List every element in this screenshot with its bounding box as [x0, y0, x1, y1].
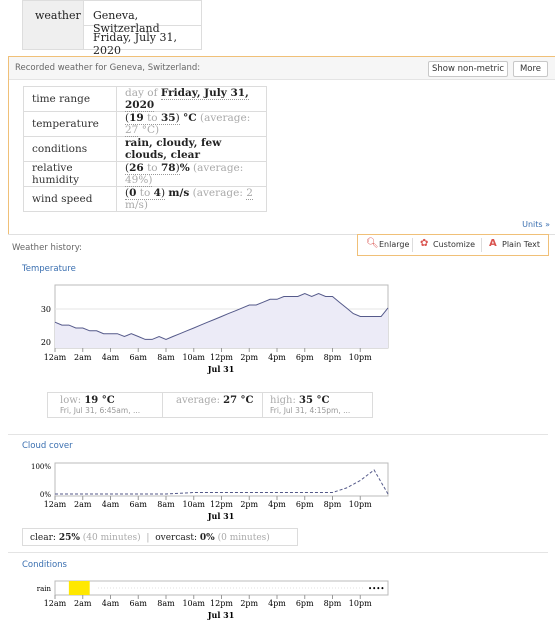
wind-speed-label: wind speed — [23, 186, 117, 212]
section-divider — [8, 434, 548, 435]
cloud-plot-area — [54, 462, 389, 497]
x-tick-label: 4pm — [268, 500, 286, 509]
panel-header: Recorded weather for Geneva, Switzerland… — [9, 57, 555, 80]
y-tick-0: 0% — [40, 491, 51, 499]
x-tick-label: 2am — [74, 599, 92, 608]
x-tick-label: 10pm — [349, 599, 372, 608]
x-tick-label: 2am — [74, 353, 92, 362]
x-tick-label: 10am — [182, 599, 205, 608]
x-tick-label: 2pm — [240, 353, 258, 362]
x-tick-label: 8pm — [324, 599, 342, 608]
x-date-label: Jul 31 — [207, 610, 235, 620]
x-tick-label: 8am — [157, 599, 175, 608]
x-tick-label: 4am — [102, 599, 120, 608]
plain-text-button[interactable]: Plain Text — [502, 240, 540, 249]
section-divider — [8, 552, 548, 553]
magnifier-icon: 🔍︎ — [366, 238, 379, 249]
enlarge-button[interactable]: Enlarge — [379, 240, 409, 249]
table-row: relative humidity (26 to 78)% (average: … — [23, 161, 267, 187]
temperature-value: (19 to 35) °C (average: 27 °C) — [116, 111, 267, 137]
text-icon: A — [489, 238, 497, 249]
x-tick-label: 12am — [44, 353, 67, 362]
x-tick-label: 6pm — [296, 353, 314, 362]
x-tick-label: 6am — [130, 599, 148, 608]
x-tick-label: 8pm — [324, 353, 342, 362]
x-tick-label: 10pm — [349, 500, 372, 509]
x-tick-label: 12am — [44, 500, 67, 509]
query-label-cell: weather — [23, 1, 84, 49]
y-tick-30: 30 — [41, 305, 51, 314]
temperature-unit: °C — [183, 112, 197, 124]
rain-segment — [68, 581, 90, 595]
x-tick-label: 8am — [157, 353, 175, 362]
temperature-label: temperature — [23, 111, 117, 137]
x-tick-label: 6am — [130, 353, 148, 362]
cloud-summary: clear: 25% (40 minutes) | overcast: 0% (… — [22, 528, 298, 546]
panel-title: Recorded weather for Geneva, Switzerland… — [15, 63, 201, 73]
conditions-dots: •••• — [368, 585, 385, 593]
table-row: temperature (19 to 35) °C (average: 27 °… — [23, 111, 267, 137]
recorded-weather-table: time range day of Friday, July 31, 2020 … — [23, 86, 267, 212]
cloud-cover-chart: 100% 0% 12am 2am 4am 6am 8am 10am 12pm 2pm 4pm 6p… — [31, 462, 389, 521]
temperature-chart-title: Temperature — [22, 264, 76, 274]
y-tick-100: 100% — [31, 463, 51, 471]
x-tick-label: 2am — [74, 500, 92, 509]
table-row: conditions rain, cloudy, few clouds, cle… — [23, 136, 267, 162]
table-row: time range day of Friday, July 31, 2020 — [23, 86, 267, 112]
x-tick-label: 8am — [157, 500, 175, 509]
x-tick-label: 6pm — [296, 599, 314, 608]
chart-tools: 🔍︎ Enlarge ✿ Customize A Plain Text — [357, 234, 549, 256]
more-button[interactable]: More — [513, 61, 548, 77]
show-non-metric-button[interactable]: Show non-metric — [428, 61, 508, 77]
y-tick-20: 20 — [41, 338, 51, 347]
conditions-chart-title: Conditions — [22, 560, 67, 570]
x-tick-label: 4am — [102, 353, 120, 362]
x-tick-label: 10pm — [349, 353, 372, 362]
x-tick-label: 2pm — [240, 599, 258, 608]
x-tick-label: 12pm — [210, 500, 233, 509]
x-tick-label: 2pm — [240, 500, 258, 509]
time-range-prefix: day of — [125, 87, 158, 99]
time-range-label: time range — [23, 86, 117, 112]
x-date-label: Jul 31 — [207, 364, 235, 374]
conditions-row-label: rain — [37, 585, 52, 593]
stats-high: high: 35 °C Fri, Jul 31, 4:15pm, ... — [270, 395, 351, 415]
x-tick-label: 8pm — [324, 500, 342, 509]
humidity-value: (26 to 78)% (average: 49%) — [116, 161, 267, 187]
units-link[interactable]: Units » — [522, 220, 550, 229]
temperature-stats: low: 19 °C Fri, Jul 31, 6:45am, ... aver… — [47, 392, 373, 418]
query-date: Friday, July 31, 2020 — [93, 31, 177, 57]
table-row: wind speed (0 to 4) m/s (average: 2 m/s) — [23, 186, 267, 212]
time-range-value: day of Friday, July 31, 2020 — [116, 86, 267, 112]
x-tick-label: 12pm — [210, 599, 233, 608]
query-label: weather — [35, 9, 81, 22]
conditions-value: rain, cloudy, few clouds, clear — [116, 136, 267, 162]
cloud-chart-title: Cloud cover — [22, 441, 73, 451]
temperature-low: 19 — [129, 112, 144, 124]
x-tick-label: 12am — [44, 599, 67, 608]
x-tick-label: 10am — [182, 500, 205, 509]
temperature-high: 35 — [160, 112, 176, 124]
x-tick-label: 6pm — [296, 500, 314, 509]
weather-history-title: Weather history: — [12, 243, 82, 253]
x-tick-label: 4pm — [268, 353, 286, 362]
x-tick-label: 10am — [182, 353, 205, 362]
customize-button[interactable]: Customize — [433, 240, 475, 249]
x-tick-label: 12pm — [210, 353, 233, 362]
query-box: weather Geneva, Switzerland Friday, July… — [22, 0, 202, 57]
conditions-chart: rain •••• 12am 2am 4am 6am 8am 10am 12pm 2pm 4pm… — [37, 580, 389, 620]
x-tick-label: 6am — [130, 500, 148, 509]
stats-average: average: 27 °C — [176, 395, 254, 406]
temperature-chart: 30 20 12am 2am 4am 6am 8am 10am 12pm 2pm 4pm 6pm 8… — [41, 284, 389, 374]
x-tick-label: 4pm — [268, 599, 286, 608]
stats-low: low: 19 °C Fri, Jul 31, 6:45am, ... — [60, 395, 141, 415]
palette-icon: ✿ — [420, 238, 429, 249]
recorded-weather-panel: Recorded weather for Geneva, Switzerland… — [8, 56, 555, 235]
conditions-label: conditions — [23, 136, 117, 162]
wind-speed-value: (0 to 4) m/s (average: 2 m/s) — [116, 186, 267, 212]
x-tick-label: 4am — [102, 500, 120, 509]
humidity-label: relative humidity — [23, 161, 117, 187]
x-date-label: Jul 31 — [207, 511, 235, 521]
